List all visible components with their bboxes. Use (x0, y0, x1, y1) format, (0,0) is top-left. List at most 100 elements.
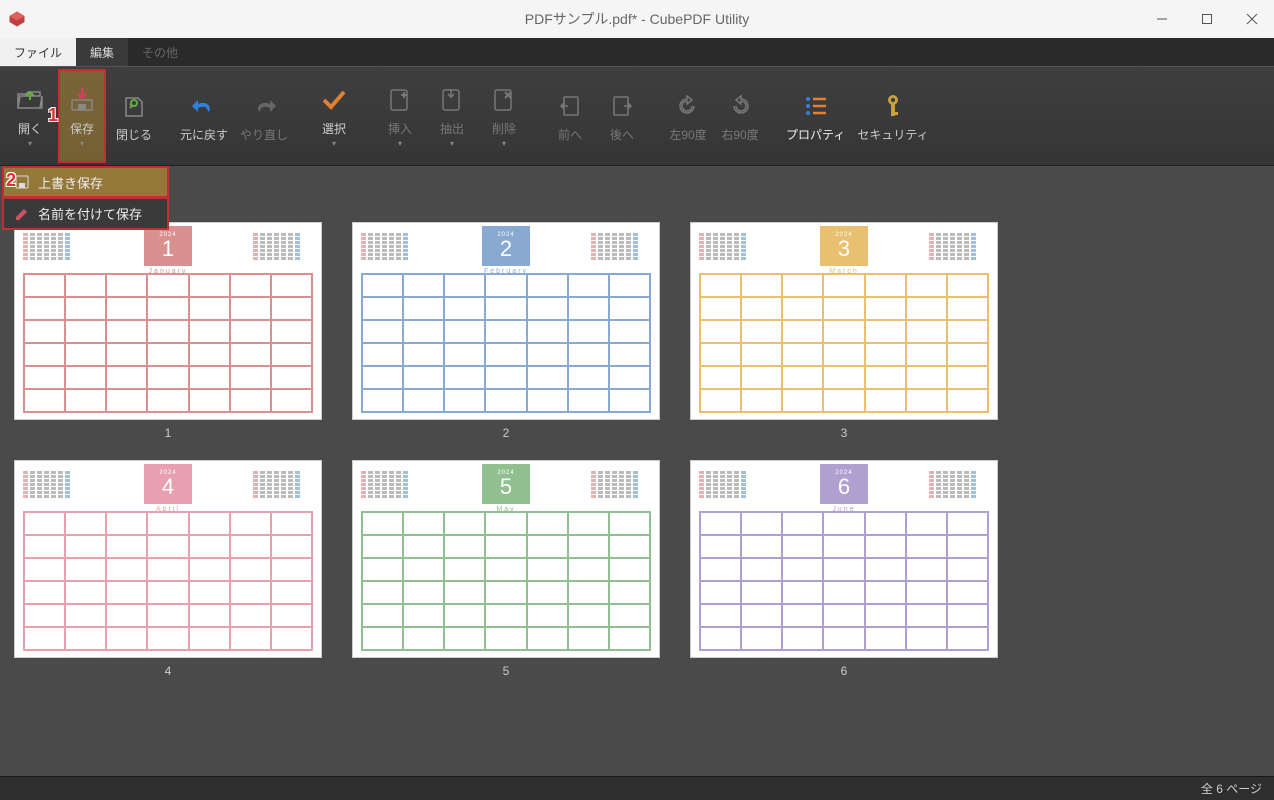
menu-file[interactable]: ファイル (0, 38, 76, 66)
rotate-left-button[interactable]: 左90度 (664, 76, 712, 156)
annotation-2: 2 (6, 170, 16, 191)
page-image: 2024 4 April (14, 460, 322, 658)
calendar-grid (23, 273, 313, 413)
save-icon (14, 174, 30, 190)
delete-icon (488, 84, 520, 116)
page-number: 5 (503, 664, 510, 678)
statusbar: 全 6 ページ (0, 776, 1274, 800)
page-image: 2024 3 March (690, 222, 998, 420)
delete-label: 削除 (492, 120, 516, 137)
content-area: 2 上書き保存 名前を付けて保存 2024 1 January (0, 166, 1274, 776)
calendar-grid (699, 511, 989, 651)
key-icon (877, 90, 909, 122)
check-icon (318, 84, 350, 116)
page-thumbnail[interactable]: 2024 6 June 6 (690, 460, 998, 678)
rotate-left-icon (672, 90, 704, 122)
select-label: 選択 (322, 120, 346, 137)
mini-calendar-prev (699, 471, 759, 507)
next-icon (606, 90, 638, 122)
property-label: プロパティ (786, 126, 845, 143)
page-number: 4 (165, 664, 172, 678)
app-icon (8, 10, 26, 28)
page-thumbnail[interactable]: 2024 1 January 1 (14, 222, 322, 440)
chevron-down-icon: ▾ (502, 139, 506, 148)
calendar-grid (361, 273, 651, 413)
close-file-button[interactable]: 閉じる (110, 76, 158, 156)
extract-icon (436, 84, 468, 116)
select-button[interactable]: 選択 ▾ (310, 76, 358, 156)
page-thumbnail[interactable]: 2024 2 February 2 (352, 222, 660, 440)
page-thumbnail[interactable]: 2024 4 April 4 (14, 460, 322, 678)
calendar-grid (23, 511, 313, 651)
chevron-down-icon: ▾ (450, 139, 454, 148)
minimize-button[interactable] (1139, 0, 1184, 38)
page-number: 6 (841, 664, 848, 678)
mini-calendar-next (929, 233, 989, 269)
page-grid: 2024 1 January 1 2024 2 February (0, 166, 1274, 692)
close-file-icon (118, 90, 150, 122)
page-thumbnail[interactable]: 2024 5 May 5 (352, 460, 660, 678)
security-label: セキュリティ (857, 126, 928, 143)
page-number: 1 (165, 426, 172, 440)
undo-button[interactable]: 元に戻す (176, 76, 232, 156)
rotate-left-label: 左90度 (669, 126, 706, 143)
overwrite-save-item[interactable]: 上書き保存 (2, 166, 169, 198)
close-button[interactable] (1229, 0, 1274, 38)
month-badge: 2024 5 (482, 464, 530, 504)
security-button[interactable]: セキュリティ (853, 76, 932, 156)
open-icon (14, 84, 46, 116)
page-thumbnail[interactable]: 2024 3 March 3 (690, 222, 998, 440)
menu-edit[interactable]: 編集 (76, 38, 128, 66)
month-badge: 2024 1 (144, 226, 192, 266)
edit-icon (14, 206, 30, 222)
month-badge: 2024 6 (820, 464, 868, 504)
saveas-label: 名前を付けて保存 (38, 204, 142, 223)
prev-icon (554, 90, 586, 122)
mini-calendar-next (253, 233, 313, 269)
chevron-down-icon: ▾ (398, 139, 402, 148)
save-button[interactable]: 1 保存 ▾ (58, 69, 106, 163)
menu-other[interactable]: その他 (128, 38, 192, 66)
insert-label: 挿入 (388, 120, 412, 137)
next-button[interactable]: 後へ (598, 76, 646, 156)
maximize-button[interactable] (1184, 0, 1229, 38)
mini-calendar-next (591, 471, 651, 507)
list-icon (800, 90, 832, 122)
rotate-right-button[interactable]: 右90度 (716, 76, 764, 156)
open-label: 開く (18, 120, 42, 137)
insert-button[interactable]: 挿入 ▾ (376, 76, 424, 156)
chevron-down-icon: ▾ (28, 139, 32, 148)
undo-icon (188, 90, 220, 122)
delete-button[interactable]: 削除 ▾ (480, 76, 528, 156)
mini-calendar-next (591, 233, 651, 269)
mini-calendar-prev (361, 233, 421, 269)
overwrite-label: 上書き保存 (38, 173, 103, 192)
toolbar: 開く ▾ 1 保存 ▾ 閉じる 元に戻す やり直し 選択 ▾ 挿入 ▾ 抽出 ▾… (0, 66, 1274, 166)
annotation-1: 1 (48, 105, 58, 126)
undo-label: 元に戻す (180, 126, 228, 143)
page-number: 3 (841, 426, 848, 440)
property-button[interactable]: プロパティ (782, 76, 849, 156)
open-button[interactable]: 開く ▾ (6, 76, 54, 156)
page-image: 2024 5 May (352, 460, 660, 658)
redo-label: やり直し (240, 126, 288, 143)
page-image: 2024 1 January (14, 222, 322, 420)
extract-label: 抽出 (440, 120, 464, 137)
mini-calendar-prev (361, 471, 421, 507)
page-number: 2 (503, 426, 510, 440)
page-image: 2024 6 June (690, 460, 998, 658)
chevron-down-icon: ▾ (80, 139, 84, 148)
extract-button[interactable]: 抽出 ▾ (428, 76, 476, 156)
prev-label: 前へ (558, 126, 582, 143)
save-label: 保存 (70, 120, 94, 137)
saveas-item[interactable]: 名前を付けて保存 (2, 198, 169, 230)
redo-button[interactable]: やり直し (236, 76, 292, 156)
insert-icon (384, 84, 416, 116)
menubar: ファイル 編集 その他 (0, 38, 1274, 66)
prev-button[interactable]: 前へ (546, 76, 594, 156)
window-title: PDFサンプル.pdf* - CubePDF Utility (525, 9, 749, 29)
calendar-grid (361, 511, 651, 651)
titlebar: PDFサンプル.pdf* - CubePDF Utility (0, 0, 1274, 38)
save-dropdown: 2 上書き保存 名前を付けて保存 (2, 166, 169, 230)
mini-calendar-next (929, 471, 989, 507)
